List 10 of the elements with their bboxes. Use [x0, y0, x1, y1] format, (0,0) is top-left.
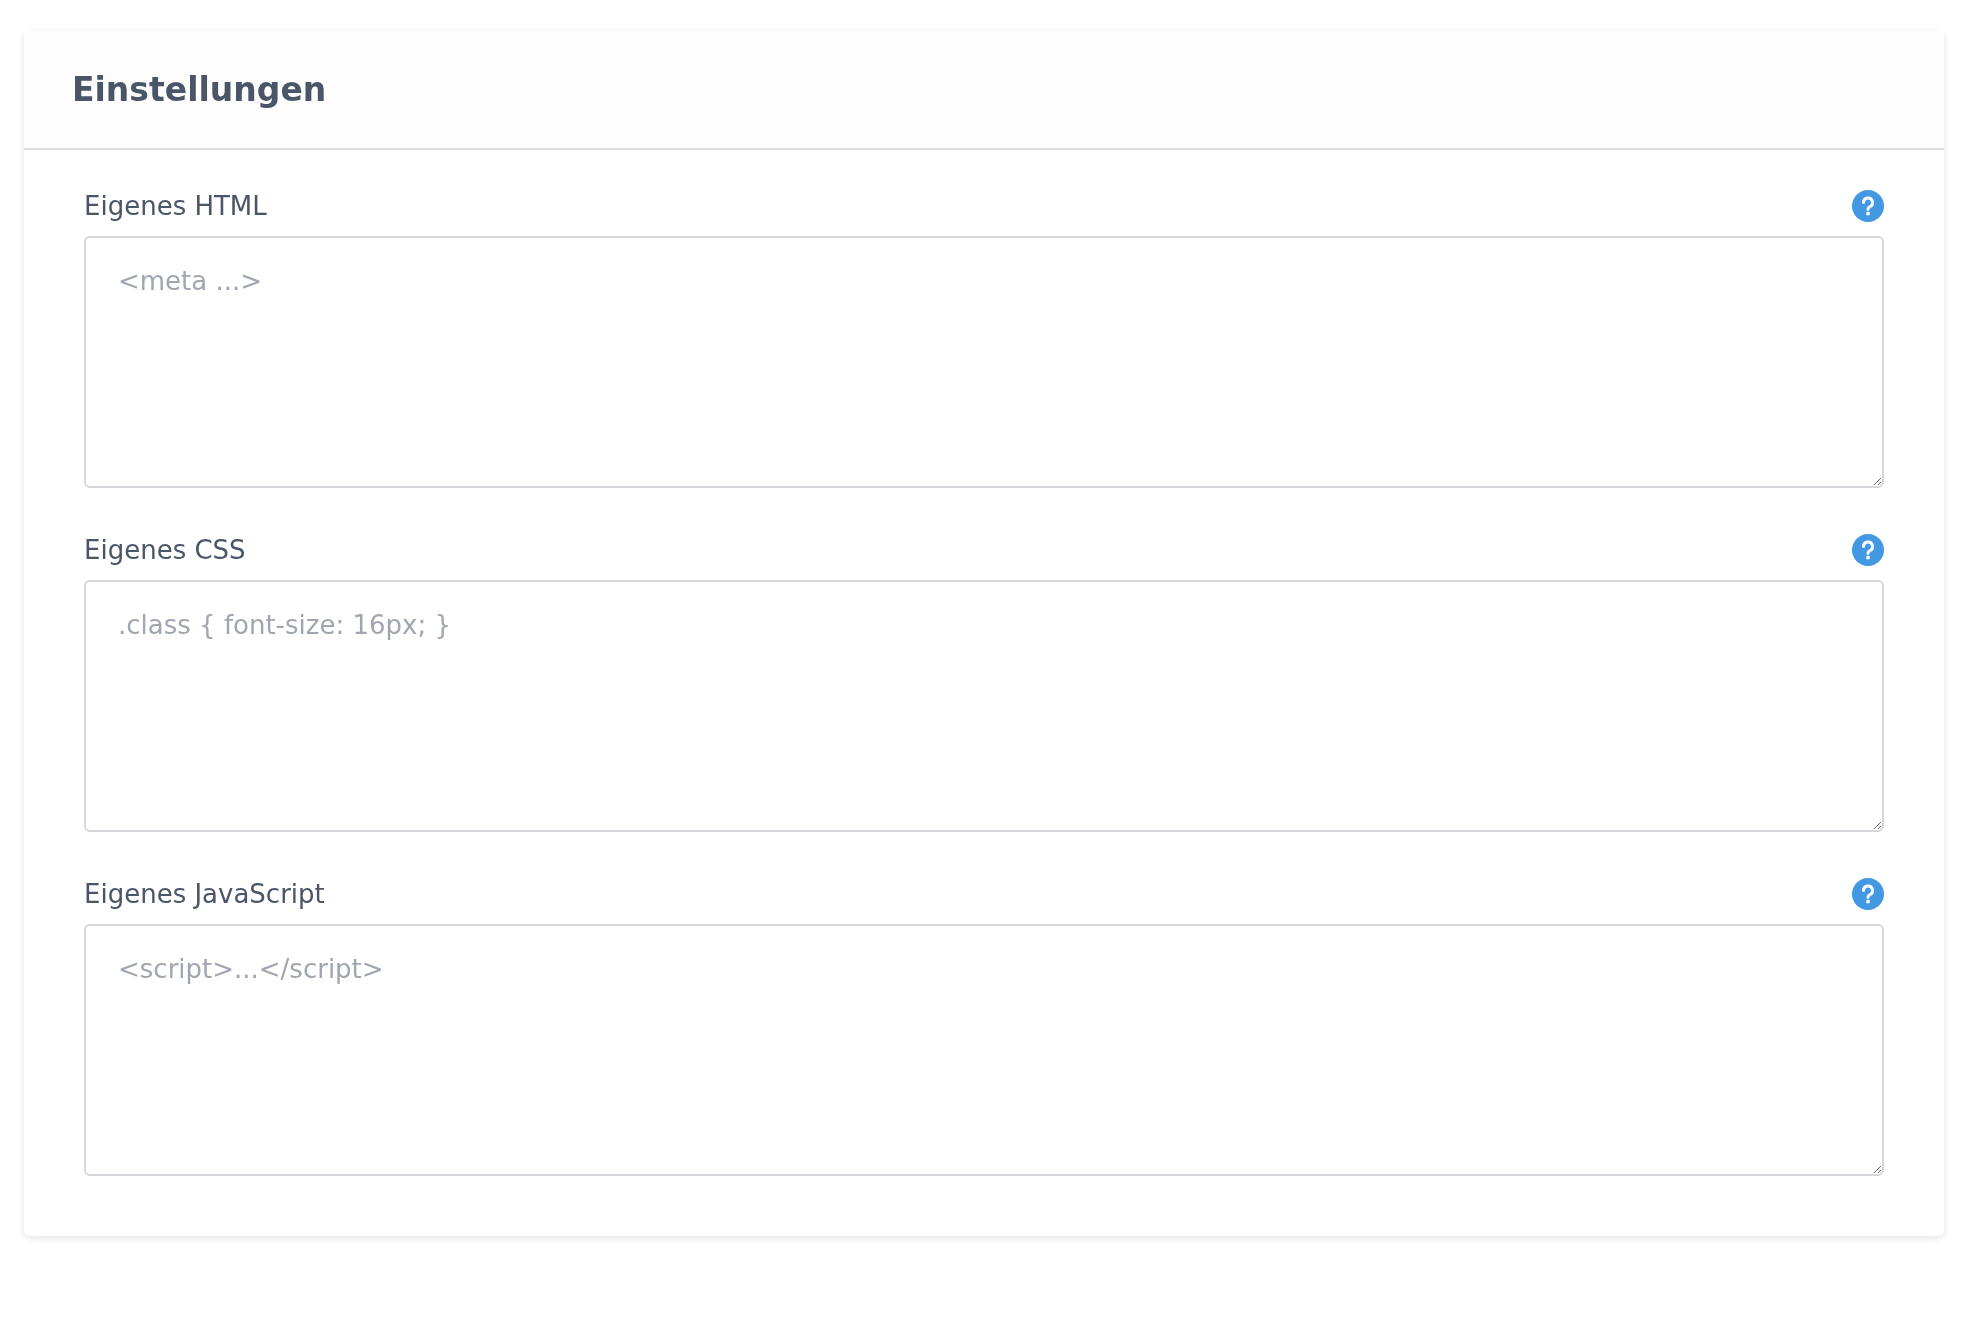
- field-label: Eigenes HTML: [84, 191, 267, 221]
- code-textarea[interactable]: <meta ...>: [84, 236, 1884, 488]
- help-icon[interactable]: [1852, 878, 1884, 910]
- code-textarea[interactable]: <script>...</script>: [84, 924, 1884, 1176]
- card-title: Einstellungen: [72, 69, 327, 109]
- field-label: Eigenes JavaScript: [84, 879, 325, 909]
- help-icon[interactable]: [1852, 190, 1884, 222]
- code-textarea[interactable]: .class { font-size: 16px; }: [84, 580, 1884, 832]
- help-icon[interactable]: [1852, 534, 1884, 566]
- field-label: Eigenes CSS: [84, 535, 246, 565]
